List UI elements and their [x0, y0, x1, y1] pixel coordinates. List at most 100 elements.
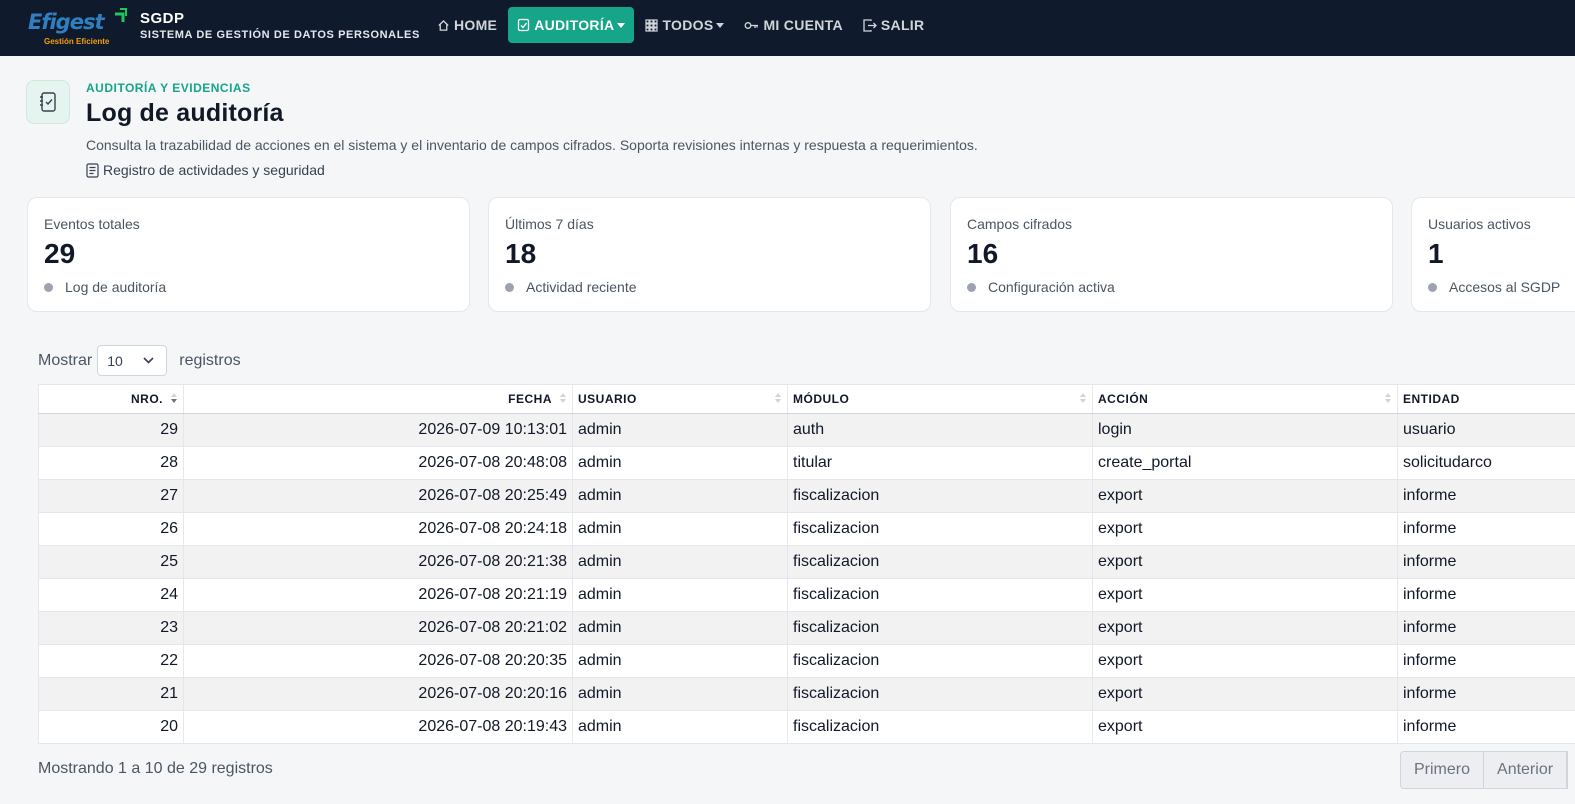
- cell-fecha: 2026-07-08 20:25:49: [183, 479, 573, 513]
- table-row[interactable]: 22 2026-07-08 20:20:35 admin fiscalizacion e…: [38, 644, 1575, 678]
- cell-fecha: 2026-07-08 20:48:08: [183, 446, 573, 480]
- stat-foot-text: Accesos al SGDP: [1449, 279, 1561, 295]
- page-title: Log de auditoría: [86, 99, 284, 127]
- table-info: Mostrando 1 a 10 de 29 registros: [38, 760, 273, 777]
- nav-todos[interactable]: TODOS: [636, 7, 733, 43]
- table-row[interactable]: 20 2026-07-08 20:19:43 admin fiscalizacion e…: [38, 710, 1575, 744]
- pager-previous-button[interactable]: Anterior: [1484, 752, 1568, 788]
- cell-fecha: 2026-07-08 20:21:19: [183, 578, 573, 612]
- table-row[interactable]: 26 2026-07-08 20:24:18 admin fiscalizacion e…: [38, 512, 1575, 546]
- cell-nro: 27: [38, 479, 184, 513]
- cell-nro: 28: [38, 446, 184, 480]
- table-row[interactable]: 21 2026-07-08 20:20:16 admin fiscalizacion e…: [38, 677, 1575, 711]
- table-row[interactable]: 25 2026-07-08 20:21:38 admin fiscalizacion e…: [38, 545, 1575, 579]
- column-header-usuario[interactable]: USUARIO: [572, 384, 788, 414]
- cell-nro: 21: [38, 677, 184, 711]
- cell-usuario: admin: [572, 710, 788, 744]
- column-header-fecha[interactable]: FECHA: [183, 384, 573, 414]
- stat-card-ultimos-7-dias: Últimos 7 días 18 Actividad reciente: [488, 197, 931, 312]
- nav-home[interactable]: HOME: [428, 7, 506, 43]
- cell-fecha: 2026-07-08 20:20:16: [183, 677, 573, 711]
- journal-check-icon: [40, 92, 56, 112]
- nav-mi-cuenta-label: MI CUENTA: [763, 17, 843, 33]
- cell-nro: 25: [38, 545, 184, 579]
- page-note-text: Registro de actividades y seguridad: [103, 162, 325, 178]
- cell-entidad: informe: [1397, 479, 1575, 513]
- cell-fecha: 2026-07-08 20:24:18: [183, 512, 573, 546]
- stat-foot: Accesos al SGDP: [1428, 279, 1560, 295]
- stat-card-usuarios-activos: Usuarios activos 1 Accesos al SGDP: [1411, 197, 1575, 312]
- checklist-icon: [518, 18, 530, 32]
- stat-label: Usuarios activos: [1428, 216, 1531, 232]
- audit-log-table: NRO. FECHA USUARIO MÓDULO ACCIÓN ENTIDAD…: [38, 384, 1575, 744]
- column-header-label: NRO.: [131, 392, 163, 406]
- stat-foot: Configuración activa: [967, 279, 1115, 295]
- cell-nro: 20: [38, 710, 184, 744]
- stat-foot-text: Actividad reciente: [526, 279, 637, 295]
- cell-accion: export: [1092, 578, 1398, 612]
- dot-icon: [44, 282, 53, 292]
- cell-nro: 23: [38, 611, 184, 645]
- logout-icon: [863, 18, 877, 32]
- stat-label: Eventos totales: [44, 216, 140, 232]
- nav-auditoria[interactable]: AUDITORÍA: [508, 7, 635, 43]
- page-size-value: 10: [107, 352, 123, 369]
- stat-foot: Log de auditoría: [44, 279, 166, 295]
- dot-icon: [1428, 282, 1437, 292]
- cell-entidad: informe: [1397, 611, 1575, 645]
- column-header-nro[interactable]: NRO.: [38, 384, 184, 414]
- length-suffix: registros: [179, 351, 241, 369]
- table-length-control: Mostrar 10 registros: [38, 345, 241, 376]
- page-size-select[interactable]: 10: [97, 345, 168, 376]
- top-navbar: Efigest Gestión Eficiente SGDP SISTEMA D…: [0, 0, 1575, 56]
- stat-value: 1: [1428, 238, 1444, 269]
- nav-mi-cuenta[interactable]: MI CUENTA: [735, 7, 851, 43]
- cell-entidad: informe: [1397, 578, 1575, 612]
- cell-modulo: fiscalizacion: [787, 578, 1093, 612]
- cell-entidad: informe: [1397, 710, 1575, 744]
- page-icon-box: [26, 80, 70, 124]
- cell-nro: 22: [38, 644, 184, 678]
- efigest-logo[interactable]: Efigest Gestión Eficiente: [28, 6, 128, 46]
- cell-modulo: fiscalizacion: [787, 512, 1093, 546]
- dot-icon: [967, 282, 976, 292]
- brand: SGDP SISTEMA DE GESTIÓN DE DATOS PERSONA…: [140, 10, 420, 41]
- column-header-accion[interactable]: ACCIÓN: [1092, 384, 1398, 414]
- cell-accion: export: [1092, 512, 1398, 546]
- chevron-down-icon: [143, 357, 154, 364]
- nav-todos-label: TODOS: [662, 17, 714, 33]
- cell-usuario: admin: [572, 512, 788, 546]
- cell-nro: 24: [38, 578, 184, 612]
- cell-modulo: titular: [787, 446, 1093, 480]
- sort-icon: [775, 393, 781, 403]
- nav-salir[interactable]: SALIR: [854, 7, 934, 43]
- cell-entidad: solicitudarco: [1397, 446, 1575, 480]
- cell-modulo: fiscalizacion: [787, 644, 1093, 678]
- nav-home-label: HOME: [454, 17, 498, 33]
- logo-text: Efigest: [28, 10, 104, 34]
- table-row[interactable]: 24 2026-07-08 20:21:19 admin fiscalizacion e…: [38, 578, 1575, 612]
- table-row[interactable]: 28 2026-07-08 20:48:08 admin titular create_…: [38, 446, 1575, 480]
- stat-foot-text: Configuración activa: [988, 279, 1115, 295]
- table-row[interactable]: 29 2026-07-09 10:13:01 admin auth login usuar…: [38, 413, 1575, 447]
- stat-card-eventos-totales: Eventos totales 29 Log de auditoría: [27, 197, 470, 312]
- page-eyebrow: AUDITORÍA Y EVIDENCIAS: [86, 81, 251, 95]
- home-icon: [438, 19, 449, 31]
- column-header-entidad[interactable]: ENTIDAD: [1397, 384, 1575, 414]
- stat-value: 29: [44, 238, 76, 269]
- cell-accion: export: [1092, 710, 1398, 744]
- column-header-modulo[interactable]: MÓDULO: [787, 384, 1093, 414]
- brand-subtitle: SISTEMA DE GESTIÓN DE DATOS PERSONALES: [140, 29, 420, 41]
- cell-entidad: usuario: [1397, 413, 1575, 447]
- table-row[interactable]: 23 2026-07-08 20:21:02 admin fiscalizacion e…: [38, 611, 1575, 645]
- stat-value: 18: [505, 238, 537, 269]
- cell-modulo: fiscalizacion: [787, 677, 1093, 711]
- stat-label: Últimos 7 días: [505, 216, 594, 232]
- chevron-down-icon: [716, 22, 725, 28]
- column-header-label: FECHA: [508, 392, 552, 406]
- table-row[interactable]: 27 2026-07-08 20:25:49 admin fiscalizacion e…: [38, 479, 1575, 513]
- pager-first-button[interactable]: Primero: [1401, 752, 1485, 788]
- table-header-row: NRO. FECHA USUARIO MÓDULO ACCIÓN ENTIDAD: [38, 384, 1575, 414]
- main-nav: HOME AUDITORÍA TODOS MI CUENTA SALIR: [428, 7, 935, 43]
- sort-desc-icon: [171, 393, 177, 403]
